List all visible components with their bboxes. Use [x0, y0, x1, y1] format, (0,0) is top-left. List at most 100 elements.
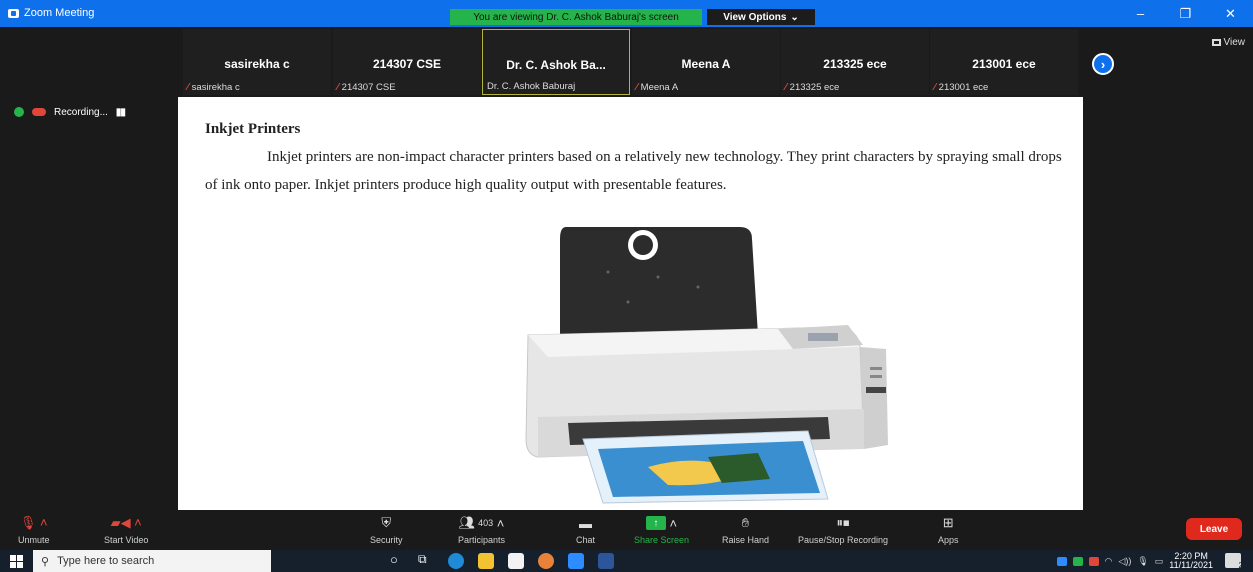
windows-start-icon[interactable] [10, 555, 23, 568]
minimize-button[interactable]: – [1118, 0, 1163, 27]
share-screen-label: Share Screen [634, 535, 690, 545]
participant-display-name: 214307 CSE [372, 57, 442, 71]
chat-bubble-icon: ▬ [579, 515, 592, 531]
windows-taskbar: ⚲ Type here to search ○ ⧉ ◠ ◁)) 🎙︎ ▭ 2:2… [0, 550, 1253, 572]
viewing-banner: You are viewing Dr. C. Ashok Baburaj's s… [450, 9, 702, 25]
share-screen-button[interactable]: ↑ ˄ Share Screen [634, 514, 690, 546]
search-placeholder: Type here to search [57, 555, 155, 567]
close-button[interactable]: ✕ [1208, 0, 1253, 27]
inkjet-printer-image [525, 227, 888, 504]
participant-strip: sasirekha c ⁄ sasirekha c 214307 CSE ⁄ 214… [0, 27, 1253, 97]
apps-button[interactable]: ⊞ Apps [938, 514, 959, 545]
participant-tile-active-speaker[interactable]: Dr. C. Ashok Ba... Dr. C. Ashok Baburaj [482, 29, 630, 95]
view-options-button[interactable]: View Options ⌄ [707, 9, 815, 25]
security-label: Security [370, 535, 403, 545]
notification-center-icon[interactable]: 2 [1225, 553, 1243, 570]
raise-hand-icon: ✋︎ [741, 515, 750, 530]
cloud-recording-icon [32, 108, 46, 116]
taskbar-search[interactable]: ⚲ Type here to search [33, 550, 271, 572]
participant-display-name: 213001 ece [972, 57, 1036, 71]
participant-label: Dr. C. Ashok Baburaj [487, 81, 575, 92]
security-button[interactable]: ⛨ Security [370, 514, 403, 545]
word-app-icon[interactable] [598, 553, 614, 569]
participant-display-name: sasirekha c [224, 57, 290, 71]
zoom-logo-icon [8, 8, 19, 18]
leave-button[interactable]: Leave [1186, 518, 1242, 540]
meeting-toolbar: 🎙︎ ˄ Unmute ▰◀ ˄ Start Video ⛨ Security … [0, 510, 1253, 550]
participant-display-name: Dr. C. Ashok Ba... [506, 58, 606, 72]
apps-icon: ⊞ [942, 515, 954, 530]
chat-label: Chat [576, 535, 596, 545]
participant-label: ⁄ 213001 ece [934, 82, 988, 93]
participant-label-text: Dr. C. Ashok Baburaj [487, 81, 576, 92]
share-screen-icon-wrap: ↑ ˄ [645, 514, 677, 532]
participant-tile[interactable]: Meena A ⁄ Meena A [632, 29, 780, 95]
start-video-label: Start Video [104, 535, 149, 545]
tray-app-icon[interactable] [1088, 556, 1099, 566]
pause-stop-icon: ⏸︎⏹︎ [836, 515, 850, 530]
cortana-icon[interactable]: ○ [390, 552, 406, 568]
participant-label-text: Meena A [640, 82, 679, 93]
pause-recording-icon[interactable]: ▮▮ [116, 107, 126, 118]
participant-tile[interactable]: sasirekha c ⁄ sasirekha c [183, 29, 331, 95]
view-button-label: View [1223, 37, 1246, 48]
participant-tile[interactable]: 213325 ece ⁄ 213325 ece [781, 29, 929, 95]
zoom-tray-icon[interactable] [1056, 556, 1067, 566]
raise-hand-button[interactable]: ✋︎ Raise Hand [722, 514, 769, 545]
shared-screen: Inkjet Printers Inkjet printers are non-… [178, 97, 1083, 510]
muted-mic-icon: ⁄ [785, 82, 787, 93]
raise-hand-label: Raise Hand [722, 535, 770, 545]
participants-button[interactable]: 👥︎ 403 ˄ Participants [458, 514, 505, 545]
title-bar: Zoom Meeting You are viewing Dr. C. Asho… [0, 0, 1253, 27]
next-page-arrow-icon[interactable]: › [1092, 53, 1114, 75]
wifi-icon[interactable]: ◠ [1105, 556, 1113, 567]
microphone-icon[interactable]: 🎙︎ [1137, 556, 1148, 567]
participant-label: ⁄ 213325 ece [785, 82, 839, 93]
recording-indicator: Recording... ▮▮ [14, 104, 200, 120]
unmute-label: Unmute [18, 535, 50, 545]
participant-display-name: 213325 ece [823, 57, 887, 71]
clock-date: 11/11/2021 [1169, 560, 1213, 570]
zoom-app-icon[interactable] [568, 553, 584, 569]
view-button[interactable]: View [1211, 37, 1246, 48]
system-tray: ◠ ◁)) 🎙︎ ▭ 2:20 PM 11/11/2021 [1056, 552, 1213, 570]
apps-label: Apps [938, 535, 959, 545]
tray-app-icon[interactable] [1072, 556, 1083, 566]
unmute-button[interactable]: 🎙︎ ˄ Unmute [18, 514, 50, 545]
video-off-icon: ▰◀ ˄ [110, 515, 142, 530]
document-title: Inkjet Printers [205, 121, 301, 137]
participant-label: ⁄ sasirekha c [187, 82, 240, 93]
participant-label-text: sasirekha c [191, 82, 240, 93]
task-view-icon[interactable]: ⧉ [418, 552, 434, 568]
grid-view-icon [1211, 39, 1221, 46]
participant-label-text: 214307 CSE [341, 82, 396, 93]
pause-stop-recording-button[interactable]: ⏸︎⏹︎ Pause/Stop Recording [798, 514, 888, 545]
chrome-browser-icon[interactable] [538, 553, 554, 569]
participant-display-name: Meena A [681, 57, 731, 71]
pause-stop-recording-label: Pause/Stop Recording [798, 535, 889, 545]
window-controls: – ❐ ✕ [1118, 0, 1253, 27]
participant-label: ⁄ 214307 CSE [337, 82, 396, 93]
recording-label: Recording... [54, 106, 108, 118]
maximize-button[interactable]: ❐ [1163, 0, 1208, 27]
participant-tile[interactable]: 214307 CSE ⁄ 214307 CSE [333, 29, 481, 95]
notification-count: 2 [1238, 561, 1243, 570]
view-options-label: View Options [723, 11, 787, 23]
start-video-button[interactable]: ▰◀ ˄ Start Video [104, 514, 148, 545]
participants-icon: 👥︎ 403 ˄ [458, 515, 505, 531]
participant-tile[interactable]: 213001 ece ⁄ 213001 ece [930, 29, 1078, 95]
document-paragraph: Inkjet printers are non-impact character… [205, 149, 1062, 193]
clock[interactable]: 2:20 PM 11/11/2021 [1169, 552, 1213, 570]
search-icon: ⚲ [41, 555, 50, 568]
edge-browser-icon[interactable] [448, 553, 464, 569]
muted-mic-icon: ⁄ [934, 82, 936, 93]
window-title: Zoom Meeting [24, 7, 95, 19]
battery-icon[interactable]: ▭ [1155, 556, 1164, 567]
file-explorer-icon[interactable] [478, 553, 494, 569]
chat-button[interactable]: ▬ Chat [576, 514, 596, 546]
muted-mic-icon: ⁄ [337, 82, 339, 93]
volume-icon[interactable]: ◁)) [1118, 556, 1131, 567]
store-icon[interactable] [508, 553, 524, 569]
participant-label-text: 213325 ece [789, 82, 840, 93]
muted-mic-icon: ⁄ [187, 82, 189, 93]
